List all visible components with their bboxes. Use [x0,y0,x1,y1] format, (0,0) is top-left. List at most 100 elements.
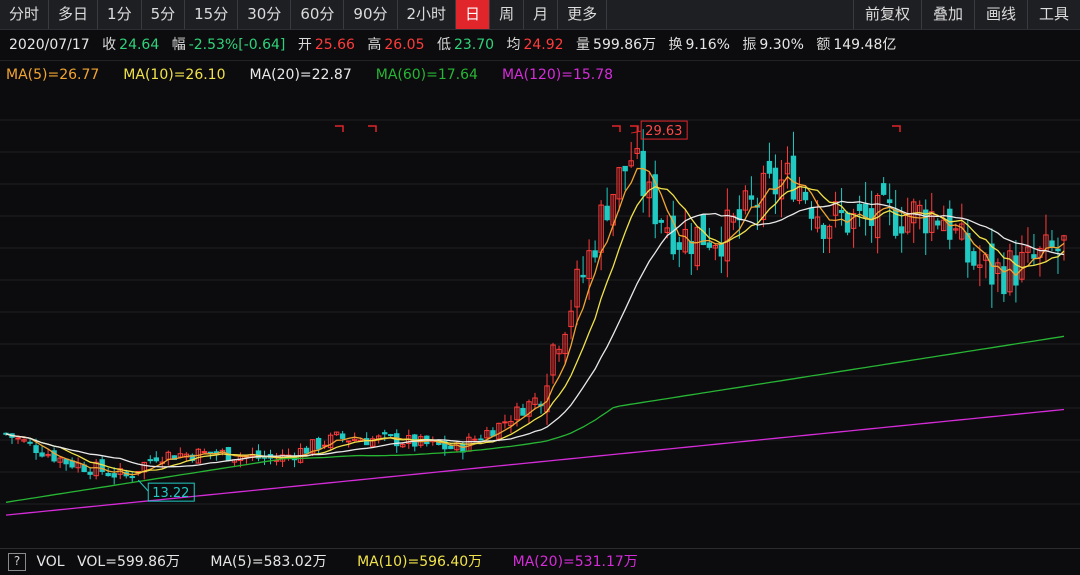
candle-body [15,437,21,440]
candle-body [201,451,208,454]
candle-body [520,407,526,416]
tool-buttons: 前复权 叠加 画线 工具 [852,0,1080,30]
candle-body [886,199,893,204]
min-price-pointer [137,479,149,492]
close-value: 24.64 [119,37,160,53]
candle-body [1049,240,1055,248]
period-tab-10[interactable]: 周 [490,0,525,29]
period-tab-8[interactable]: 2小时 [398,0,457,29]
vol-ma5: MA(5)=583.02万 [210,554,327,570]
candle-body [658,219,664,223]
candle-body [39,452,45,457]
tool-button-0[interactable]: 前复权 [852,0,921,29]
min-price-label: 13.22 [152,486,189,501]
signal-marker [335,125,344,132]
candle-body [303,447,310,454]
candle-body [790,155,797,200]
amplitude-value: 9.30% [759,37,804,53]
high-value: 26.05 [384,37,425,53]
help-icon[interactable]: ? [8,553,26,571]
candle-body [339,433,346,439]
ma-legend-item-4: MA(120)=15.78 [501,67,614,83]
period-tab-2[interactable]: 1分 [98,0,142,29]
period-tab-3[interactable]: 5分 [142,0,186,29]
tool-button-2[interactable]: 画线 [973,0,1027,29]
candle-body [820,224,827,239]
candle-body [472,438,478,441]
period-tab-7[interactable]: 90分 [344,0,398,29]
volume-label: 量 [576,37,591,53]
period-tab-12[interactable]: 更多 [558,0,608,29]
period-tab-9[interactable]: 日 [456,0,491,29]
candle-body [87,471,93,475]
candle-body [448,445,454,450]
low-label: 低 [436,37,451,53]
period-tab-5[interactable]: 30分 [238,0,292,29]
change-value: -2.53%[-0.64] [188,37,286,53]
max-price-label: 29.63 [645,124,682,139]
period-tab-6[interactable]: 60分 [291,0,345,29]
candle-body [802,191,809,201]
signal-marker [368,125,377,132]
candle-body [129,476,135,479]
period-tab-1[interactable]: 多日 [49,0,99,29]
candle-body [502,421,508,424]
candle-body [111,473,117,478]
candle-body [676,242,682,250]
candle-body [315,437,322,450]
amplitude-label: 振 [742,37,757,53]
period-tab-0[interactable]: 分时 [0,0,50,29]
candle-body [808,207,815,219]
avg-value: 24.92 [523,37,564,53]
candle-body [718,243,725,257]
tool-button-1[interactable]: 叠加 [920,0,974,29]
candlestick-chart[interactable]: 29.63 13.22 [0,88,1080,548]
ma-legend-item-3: MA(60)=17.64 [375,67,478,83]
candle-body [856,203,863,211]
candle-body [971,251,977,266]
candle-body [766,160,773,174]
period-toolbar: 分时 多日 1分 5分 15分 30分 60分 90分 2小时日周月更多 前复权 叠加 画线 工具 [0,0,1080,30]
vol-ma10: MA(10)=596.40万 [357,554,483,570]
avg-label: 均 [506,37,521,53]
turnover-label: 换 [668,37,683,53]
candle-body [592,250,598,258]
volume-value: 599.86万 [593,37,657,53]
candle-body [388,434,394,437]
vol-indicator-name[interactable]: VOL [36,554,64,570]
turnover-value: 9.16% [685,37,730,53]
candle-body [1031,254,1037,259]
candle-body [935,220,941,226]
candle-body [147,459,153,462]
ma20-line [5,200,1065,468]
high-label: 高 [367,37,382,53]
candle-body [706,242,713,248]
open-label: 开 [297,37,312,53]
volume-indicator-bar: ? VOL VOL=599.86万 MA(5)=583.02万 MA(10)=5… [0,548,1080,575]
vol-value: VOL=599.86万 [77,554,180,570]
candle-body [1013,255,1019,286]
ma-legend: MA(5)=26.77 MA(10)=26.10 MA(20)=22.87 MA(60… [0,60,1080,88]
period-tab-11[interactable]: 月 [524,0,559,29]
period-tab-4[interactable]: 15分 [185,0,239,29]
tool-button-3[interactable]: 工具 [1026,0,1080,29]
stock-kline-window: 分时 多日 1分 5分 15分 30分 60分 90分 2小时日周月更多 前复权 叠加 画线 工具 2… [0,0,1080,575]
candle-body [580,274,586,278]
open-value: 25.66 [314,37,355,53]
ma-legend-item-2: MA(20)=22.87 [249,67,352,83]
close-label: 收 [102,37,117,53]
amount-value: 149.48亿 [833,37,897,53]
max-price-pointer [631,130,642,134]
change-label: 幅 [171,37,186,53]
candle-body [153,457,159,462]
candle-body [27,441,33,444]
ma-legend-item-0: MA(5)=26.77 [6,67,100,83]
amount-label: 额 [816,37,831,53]
signal-marker [892,125,901,132]
vol-ma20: MA(20)=531.17万 [512,554,638,570]
candle-body [748,195,755,200]
quote-date: 2020/07/17 [9,37,90,53]
candle-body [640,150,646,197]
candle-body [33,445,39,453]
candle-body [105,472,111,477]
